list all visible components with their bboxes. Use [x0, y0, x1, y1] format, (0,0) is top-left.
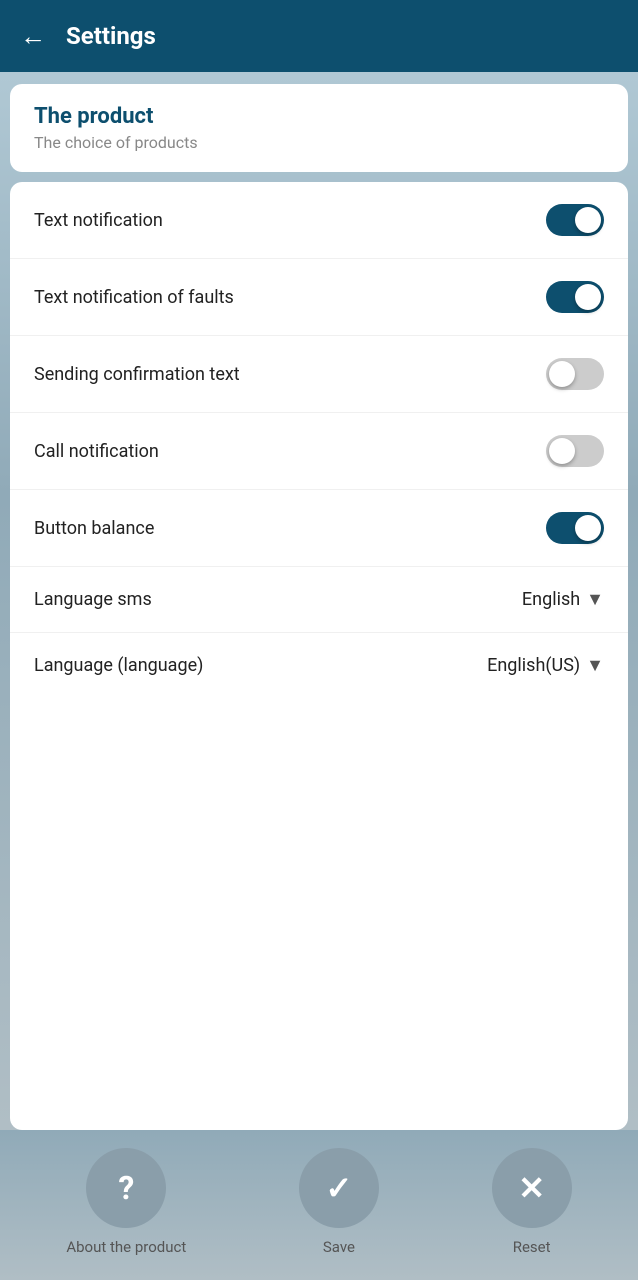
- chevron-down-icon: ▼: [586, 589, 604, 610]
- setting-label-sending-confirmation-text: Sending confirmation text: [34, 364, 240, 385]
- dropdown-language-language[interactable]: English(US) ▼: [487, 655, 604, 676]
- toggle-text-notification[interactable]: [546, 204, 604, 236]
- setting-row-sending-confirmation-text: Sending confirmation text: [10, 336, 628, 413]
- product-title: The product: [34, 104, 604, 129]
- setting-row-language-language: Language (language) English(US) ▼: [10, 633, 628, 698]
- setting-label-text-notification: Text notification: [34, 210, 163, 231]
- reset-button[interactable]: ✕ Reset: [492, 1148, 572, 1256]
- reset-label: Reset: [513, 1238, 551, 1256]
- setting-row-text-notification: Text notification: [10, 182, 628, 259]
- product-subtitle: The choice of products: [34, 133, 604, 152]
- toggle-call-notification[interactable]: [546, 435, 604, 467]
- setting-row-call-notification: Call notification: [10, 413, 628, 490]
- about-label: About the product: [66, 1238, 186, 1256]
- header-title: Settings: [66, 22, 156, 50]
- dropdown-language-language-value: English(US): [487, 655, 580, 676]
- back-button[interactable]: ←: [20, 21, 46, 52]
- toggle-text-notification-faults[interactable]: [546, 281, 604, 313]
- save-button[interactable]: ✓ Save: [299, 1148, 379, 1256]
- product-card: The product The choice of products: [10, 84, 628, 172]
- setting-label-text-notification-faults: Text notification of faults: [34, 287, 234, 308]
- toggle-button-balance[interactable]: [546, 512, 604, 544]
- settings-card: Text notification Text notification of f…: [10, 182, 628, 1130]
- setting-row-text-notification-faults: Text notification of faults: [10, 259, 628, 336]
- toggle-sending-confirmation-text[interactable]: [546, 358, 604, 390]
- setting-row-button-balance: Button balance: [10, 490, 628, 567]
- question-mark-icon: ?: [118, 1169, 134, 1207]
- close-icon: ✕: [518, 1169, 545, 1207]
- setting-row-language-sms: Language sms English ▼: [10, 567, 628, 633]
- chevron-down-icon-2: ▼: [586, 655, 604, 676]
- save-label: Save: [323, 1238, 355, 1256]
- dropdown-language-sms-value: English: [522, 589, 580, 610]
- about-icon-circle: ?: [86, 1148, 166, 1228]
- save-icon-circle: ✓: [299, 1148, 379, 1228]
- checkmark-icon: ✓: [326, 1169, 353, 1207]
- dropdown-language-sms[interactable]: English ▼: [522, 589, 604, 610]
- setting-label-call-notification: Call notification: [34, 441, 159, 462]
- setting-label-language-language: Language (language): [34, 655, 203, 676]
- about-button[interactable]: ? About the product: [66, 1148, 186, 1256]
- setting-label-language-sms: Language sms: [34, 589, 152, 610]
- body-background: The product The choice of products Text …: [0, 72, 638, 1130]
- bottom-bar: ? About the product ✓ Save ✕ Reset: [0, 1130, 638, 1280]
- reset-icon-circle: ✕: [492, 1148, 572, 1228]
- header: ← Settings: [0, 0, 638, 72]
- setting-label-button-balance: Button balance: [34, 518, 154, 539]
